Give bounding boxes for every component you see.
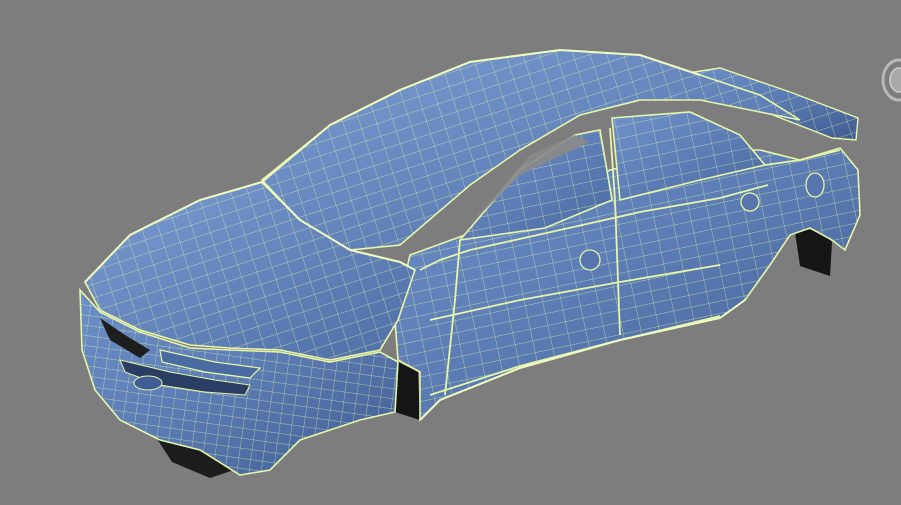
car-body-mesh[interactable] <box>0 0 901 505</box>
3d-viewport[interactable] <box>0 0 901 505</box>
viewcube-gizmo-icon[interactable] <box>877 56 901 104</box>
